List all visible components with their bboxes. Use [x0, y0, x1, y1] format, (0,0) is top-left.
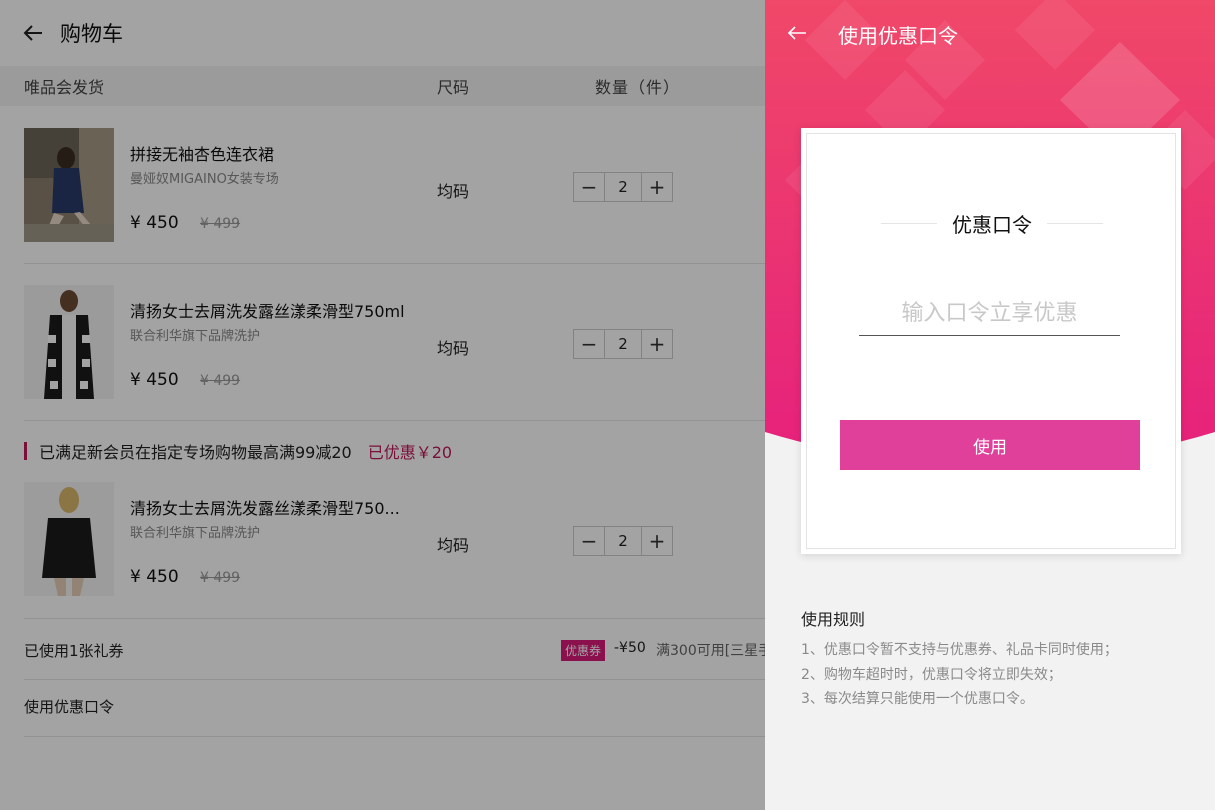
- rules-title: 使用规则: [801, 610, 866, 629]
- rule-item: 2、购物车超时时，优惠口令将立即失效；: [801, 666, 1062, 683]
- rule-item: 1、优惠口令暂不支持与优惠券、礼品卡同时使用；: [801, 642, 1118, 658]
- panel-title: 使用优惠口令: [838, 24, 958, 48]
- dim-overlay[interactable]: [0, 0, 765, 810]
- card-title: 优惠口令: [952, 213, 1032, 237]
- coupon-code-panel: 使用优惠口令 优惠口令 使用 使用规则 1、优惠口令暂不支持与优惠券、礼品卡同时…: [765, 0, 1215, 810]
- coupon-card-inner: 优惠口令 使用: [806, 133, 1176, 549]
- use-button[interactable]: 使用: [840, 420, 1140, 470]
- coupon-card: 优惠口令 使用: [801, 128, 1181, 554]
- coupon-code-input[interactable]: [859, 292, 1120, 336]
- title-rule-right: [1047, 223, 1103, 224]
- back-arrow-icon[interactable]: [785, 21, 809, 45]
- rules-list: 1、优惠口令暂不支持与优惠券、礼品卡同时使用； 2、购物车超时时，优惠口令将立即…: [801, 638, 1118, 712]
- rule-item: 3、每次结算只能使用一个优惠口令。: [801, 691, 1034, 707]
